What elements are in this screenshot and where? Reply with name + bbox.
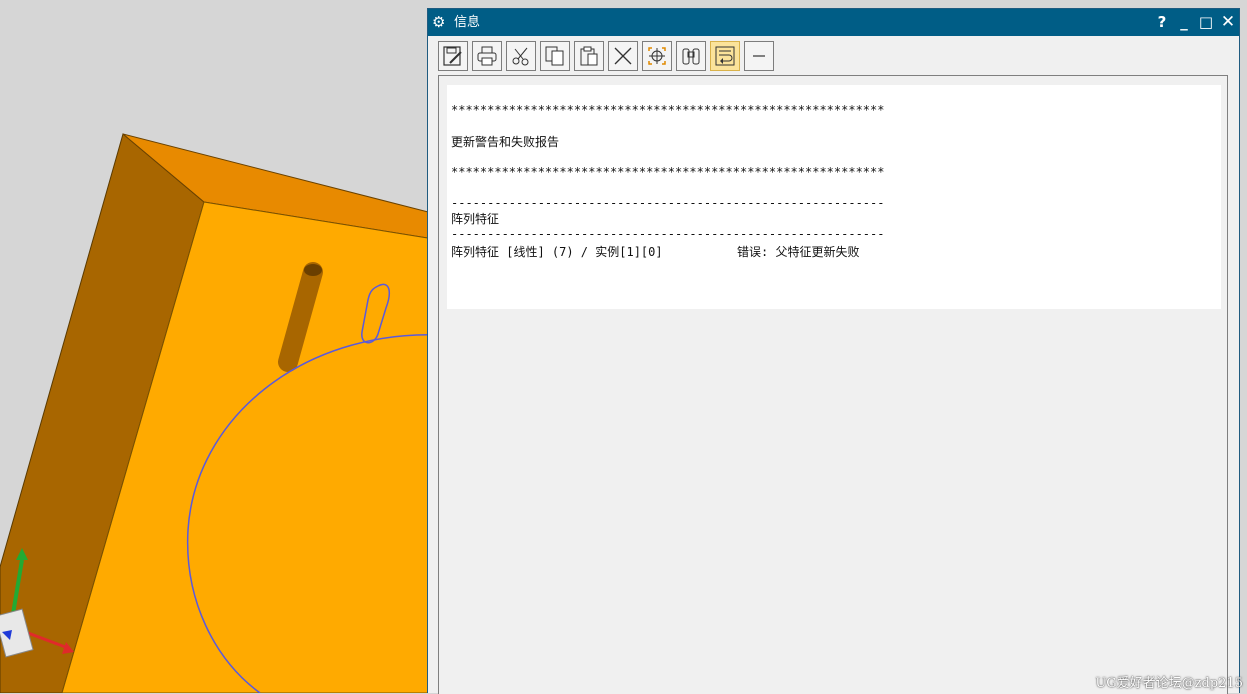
maximize-button[interactable]: □ xyxy=(1197,12,1215,32)
separator-dashes: ----------------------------------------… xyxy=(451,227,885,241)
save-edit-icon xyxy=(443,46,462,66)
close-button[interactable]: ✕ xyxy=(1219,12,1237,32)
word-wrap-button[interactable] xyxy=(710,41,740,71)
find-button[interactable] xyxy=(676,41,706,71)
report-entry-error: 错误: 父特征更新失败 xyxy=(737,245,860,259)
gear-icon: ⚙ xyxy=(432,13,446,31)
printer-icon xyxy=(477,46,497,66)
separator-dashes: ----------------------------------------… xyxy=(451,196,885,210)
minus-icon xyxy=(753,55,765,57)
collapse-button[interactable] xyxy=(744,41,774,71)
crosshair-icon xyxy=(648,47,666,65)
section-title: 阵列特征 xyxy=(451,212,500,226)
watermark: UG爱好者论坛@zdp215 xyxy=(1095,676,1243,691)
scissors-icon xyxy=(512,47,529,66)
x-icon xyxy=(614,47,632,65)
wrap-icon xyxy=(715,46,735,66)
info-text-area[interactable]: ****************************************… xyxy=(447,85,1221,309)
report-entry-feature: 阵列特征 [线性] (7) / 实例[1][0] xyxy=(451,245,663,259)
report-heading: 更新警告和失败报告 xyxy=(451,135,560,149)
separator-stars: ****************************************… xyxy=(451,165,885,179)
info-window[interactable]: ⚙ 信息 ? _ □ ✕ ***************************… xyxy=(427,8,1240,694)
copy-button[interactable] xyxy=(540,41,570,71)
separator-stars: ****************************************… xyxy=(451,103,885,117)
paste-button[interactable] xyxy=(574,41,604,71)
cut-button[interactable] xyxy=(506,41,536,71)
copy-icon xyxy=(545,46,564,66)
identify-button[interactable] xyxy=(642,41,672,71)
save-as-text-button[interactable] xyxy=(438,41,468,71)
help-button[interactable]: ? xyxy=(1153,12,1171,32)
minimize-button[interactable]: _ xyxy=(1175,12,1193,32)
info-content-frame: ****************************************… xyxy=(438,75,1228,694)
delete-button[interactable] xyxy=(608,41,638,71)
paste-icon xyxy=(580,46,598,66)
title-bar[interactable]: ⚙ 信息 ? _ □ ✕ xyxy=(428,9,1239,36)
binoculars-icon xyxy=(682,48,700,65)
window-title: 信息 xyxy=(454,15,481,30)
print-button[interactable] xyxy=(472,41,502,71)
